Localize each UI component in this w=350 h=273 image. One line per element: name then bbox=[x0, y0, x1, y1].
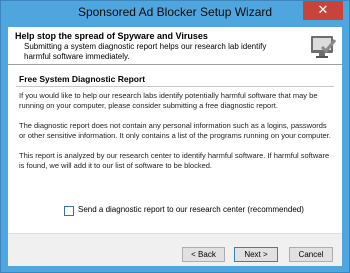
paragraph-privacy: The diagnostic report does not contain a… bbox=[19, 121, 331, 140]
wizard-header: Help stop the spread of Spyware and Viru… bbox=[8, 27, 342, 65]
send-report-label[interactable]: Send a diagnostic report to our research… bbox=[78, 205, 304, 214]
paragraph-analysis: This report is analyzed by our research … bbox=[19, 151, 330, 170]
computer-check-icon bbox=[311, 36, 337, 58]
window-title: Sponsored Ad Blocker Setup Wizard bbox=[77, 5, 273, 19]
back-button[interactable]: < Back bbox=[182, 247, 225, 262]
header-title: Help stop the spread of Spyware and Viru… bbox=[15, 31, 208, 41]
button-bar: < Back Next > Cancel bbox=[8, 233, 342, 266]
close-icon: ✕ bbox=[317, 2, 329, 17]
header-description: Submitting a system diagnostic report he… bbox=[24, 42, 267, 61]
section-title: Free System Diagnostic Report bbox=[19, 74, 146, 84]
close-button[interactable]: ✕ bbox=[303, 1, 343, 20]
wizard-content: Free System Diagnostic Report If you wou… bbox=[8, 65, 342, 233]
cancel-button[interactable]: Cancel bbox=[289, 247, 333, 262]
title-bar[interactable]: Sponsored Ad Blocker Setup Wizard ✕ bbox=[1, 1, 349, 25]
send-report-checkbox[interactable] bbox=[64, 206, 74, 216]
paragraph-intro: If you would like to help our research l… bbox=[19, 91, 318, 110]
next-button[interactable]: Next > bbox=[234, 247, 278, 262]
setup-wizard-window: Sponsored Ad Blocker Setup Wizard ✕ Help… bbox=[0, 0, 350, 273]
section-divider bbox=[16, 86, 334, 87]
wizard-client-area: Help stop the spread of Spyware and Viru… bbox=[8, 27, 342, 266]
